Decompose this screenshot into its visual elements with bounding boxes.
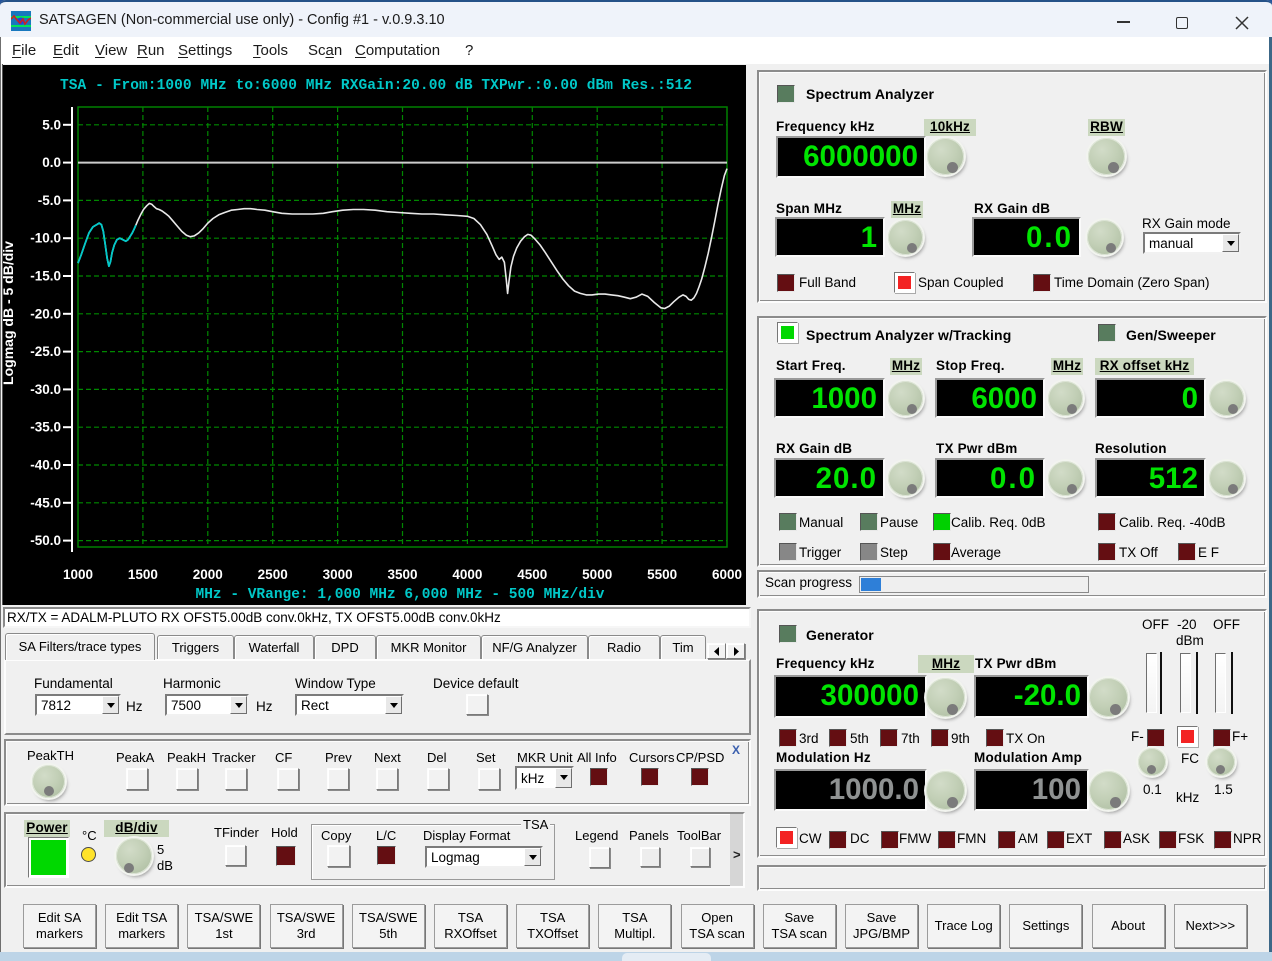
svg-text:Logmag dB - 5 dB/div: Logmag dB - 5 dB/div xyxy=(3,241,16,385)
svg-text:-30.0: -30.0 xyxy=(30,382,61,397)
svg-text:5.0: 5.0 xyxy=(42,117,61,132)
svg-text:0.0: 0.0 xyxy=(42,155,61,170)
svg-text:3000: 3000 xyxy=(323,567,353,582)
svg-text:-15.0: -15.0 xyxy=(30,269,61,284)
svg-text:5000: 5000 xyxy=(582,567,612,582)
svg-text:2000: 2000 xyxy=(193,567,223,582)
svg-text:2500: 2500 xyxy=(258,567,288,582)
svg-text:3500: 3500 xyxy=(387,567,417,582)
svg-text:-45.0: -45.0 xyxy=(30,495,61,510)
svg-text:1000: 1000 xyxy=(63,567,93,582)
svg-text:-35.0: -35.0 xyxy=(30,420,61,435)
svg-text:TSA - From:1000 MHz to:6000 MH: TSA - From:1000 MHz to:6000 MHz RXGain:2… xyxy=(60,78,692,94)
svg-text:-20.0: -20.0 xyxy=(30,306,61,321)
svg-text:-50.0: -50.0 xyxy=(30,533,61,548)
svg-text:6000: 6000 xyxy=(712,567,742,582)
svg-text:-40.0: -40.0 xyxy=(30,458,61,473)
svg-text:1500: 1500 xyxy=(128,567,158,582)
svg-text:MHz - VRange: 1,000 MHz 6,000: MHz - VRange: 1,000 MHz 6,000 MHz - 500 … xyxy=(196,587,605,603)
svg-text:4000: 4000 xyxy=(452,567,482,582)
svg-text:5500: 5500 xyxy=(647,567,677,582)
svg-text:-10.0: -10.0 xyxy=(30,231,61,246)
svg-text:-25.0: -25.0 xyxy=(30,344,61,359)
svg-text:4500: 4500 xyxy=(517,567,547,582)
svg-text:-5.0: -5.0 xyxy=(38,193,61,208)
